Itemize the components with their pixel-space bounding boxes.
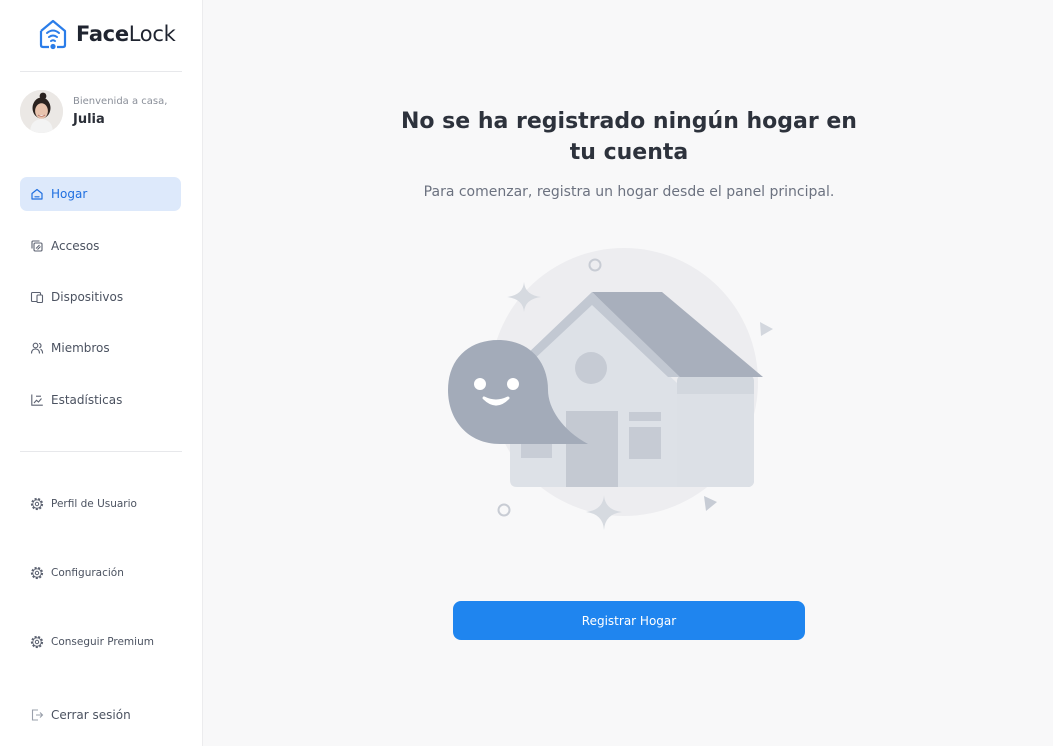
access-icon: [30, 239, 44, 253]
sidebar-item-label: Perfil de Usuario: [51, 498, 137, 510]
sidebar-item-label: Dispositivos: [51, 290, 124, 304]
facelock-logo-icon: [39, 19, 67, 50]
gear-icon: [30, 497, 44, 511]
sidebar-item-configuracion[interactable]: Configuración: [20, 556, 181, 590]
user-greeting: Bienvenida a casa,: [73, 96, 168, 107]
sidebar-item-perfil[interactable]: Perfil de Usuario: [20, 487, 181, 521]
home-icon: [30, 187, 44, 201]
logout-icon: [30, 708, 44, 722]
sidebar-item-accesos[interactable]: Accesos: [20, 229, 181, 263]
sidebar-item-hogar[interactable]: Hogar: [20, 177, 181, 211]
brand-logo[interactable]: FaceLock: [38, 18, 176, 50]
user-name: Julia: [73, 112, 105, 127]
empty-state-subtitle: Para comenzar, registra un hogar desde e…: [423, 184, 835, 200]
gear-icon: [30, 566, 44, 580]
sidebar-item-premium[interactable]: Conseguir Premium: [20, 625, 181, 659]
logout-label: Cerrar sesión: [51, 708, 131, 722]
sidebar-item-miembros[interactable]: Miembros: [20, 331, 181, 365]
sidebar-divider: [20, 71, 182, 72]
sidebar-item-label: Miembros: [51, 341, 110, 355]
sidebar-item-estadisticas[interactable]: Estadísticas: [20, 383, 181, 417]
brand-name: FaceLock: [76, 22, 176, 46]
sidebar-divider: [20, 451, 182, 452]
gear-icon: [30, 635, 44, 649]
sidebar-item-label: Hogar: [51, 187, 88, 201]
sidebar-item-label: Conseguir Premium: [51, 636, 154, 648]
stats-icon: [30, 393, 44, 407]
members-icon: [30, 341, 44, 355]
sidebar: FaceLock Bienvenida a casa, Julia Hogar: [0, 0, 203, 746]
logout-button[interactable]: Cerrar sesión: [20, 698, 181, 732]
sidebar-item-label: Accesos: [51, 239, 100, 253]
sidebar-item-label: Estadísticas: [51, 393, 123, 407]
sidebar-item-dispositivos[interactable]: Dispositivos: [20, 280, 181, 314]
sidebar-item-label: Configuración: [51, 567, 124, 579]
avatar[interactable]: [20, 90, 63, 133]
empty-state-title: No se ha registrado ningún hogar en tu c…: [401, 109, 857, 165]
register-home-button[interactable]: Registrar Hogar: [453, 601, 805, 640]
empty-house-illustration: [448, 248, 773, 530]
user-profile: Bienvenida a casa, Julia: [20, 90, 167, 133]
devices-icon: [30, 290, 44, 304]
